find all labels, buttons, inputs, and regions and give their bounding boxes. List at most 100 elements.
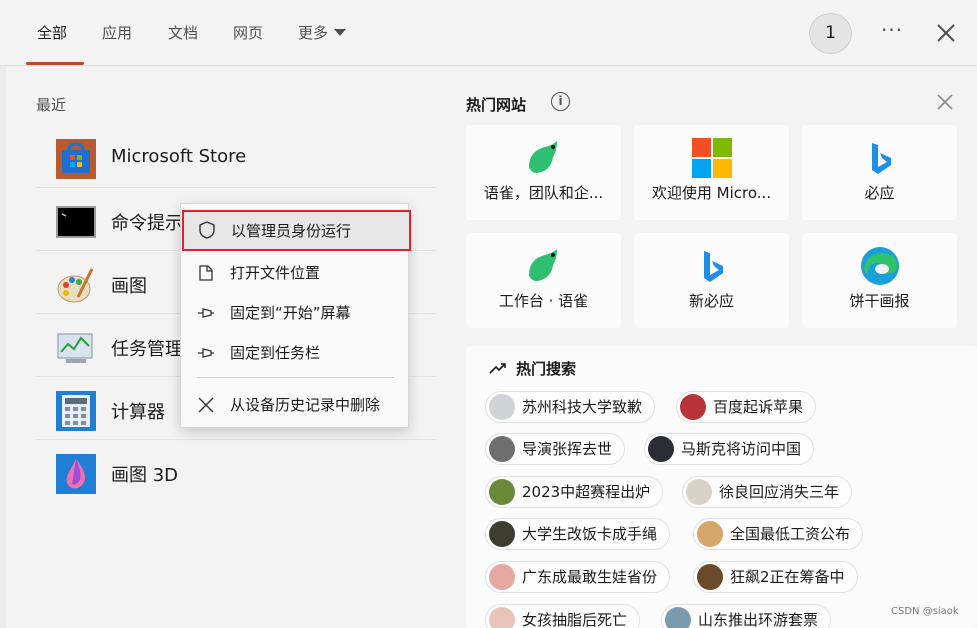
search-chip[interactable]: 马斯克将访问中国 [644, 433, 815, 465]
shield-icon [199, 221, 215, 239]
yuque-icon [529, 141, 557, 173]
run-as-admin-menu-item[interactable]: 以管理员身份运行 [182, 210, 411, 251]
search-chip-label: 徐良回应消失三年 [719, 483, 840, 501]
search-thumbnail [489, 479, 515, 505]
search-thumbnail [489, 521, 515, 547]
tab-more-label: 更多 [298, 24, 329, 42]
recent-item-label: 命令提示 [111, 213, 183, 234]
close-icon[interactable] [935, 22, 957, 44]
site-label: 语雀，团队和企... [483, 184, 604, 202]
search-thumbnail [489, 394, 515, 420]
pin-icon [198, 348, 214, 358]
recent-item-label: Microsoft Store [111, 146, 247, 167]
menu-item-label: 以管理员身份运行 [231, 222, 352, 240]
close-icon [198, 397, 214, 413]
pin-to-taskbar-menu-item[interactable]: 固定到任务栏 [181, 333, 410, 371]
microsoft-store-icon [56, 139, 96, 179]
site-card-bing[interactable]: 必应 [802, 125, 957, 220]
recent-title: 最近 [36, 96, 67, 114]
search-chip[interactable]: 广东成最敢生娃省份 [485, 561, 671, 593]
account-badge[interactable]: 1 [809, 13, 852, 54]
paint-3d-icon [56, 454, 96, 494]
search-chip[interactable]: 2023中超赛程出炉 [485, 476, 664, 508]
search-chip[interactable]: 导演张挥去世 [485, 433, 626, 465]
search-chip[interactable]: 徐良回应消失三年 [682, 476, 853, 508]
site-card-new-bing[interactable]: 新必应 [634, 233, 789, 328]
file-location-icon [199, 265, 213, 281]
search-chip-label: 女孩抽脂后死亡 [522, 611, 628, 628]
search-chip[interactable]: 狂飙2正在筹备中 [693, 561, 858, 593]
more-options-button[interactable]: ··· [881, 18, 903, 42]
tab-documents[interactable]: 文档 [168, 22, 198, 43]
site-card-yuque-workbench[interactable]: 工作台 · 语雀 [466, 233, 621, 328]
chevron-down-icon [334, 29, 347, 36]
open-file-location-menu-item[interactable]: 打开文件位置 [181, 253, 410, 291]
site-card-microsoft[interactable]: 欢迎使用 Micro... [634, 125, 789, 220]
search-chip[interactable]: 山东推出环游套票 [661, 604, 832, 628]
search-thumbnail [697, 521, 723, 547]
search-chip-label: 导演张挥去世 [522, 440, 613, 458]
search-chip[interactable]: 全国最低工资公布 [693, 518, 864, 550]
trending-icon [489, 363, 506, 374]
tab-apps[interactable]: 应用 [102, 22, 132, 43]
microsoft-logo-icon [692, 138, 732, 178]
search-thumbnail [489, 436, 515, 462]
tab-all[interactable]: 全部 [37, 22, 67, 43]
hot-search-panel: 热门搜索 苏州科技大学致歉 百度起诉苹果 导演张挥去世 马斯克将访问中国 202… [466, 346, 977, 628]
left-edge [0, 66, 6, 628]
calculator-icon [56, 391, 96, 431]
site-label: 欢迎使用 Micro... [651, 184, 772, 202]
search-chip[interactable]: 百度起诉苹果 [676, 391, 817, 423]
site-label: 饼干画报 [849, 292, 910, 310]
search-thumbnail [697, 564, 723, 590]
search-chip[interactable]: 苏州科技大学致歉 [485, 391, 656, 423]
recent-item-label: 计算器 [111, 402, 165, 423]
search-chip-label: 马斯克将访问中国 [681, 440, 802, 458]
info-icon[interactable]: i [551, 92, 570, 111]
search-thumbnail [648, 436, 674, 462]
search-thumbnail [489, 564, 515, 590]
command-prompt-icon [56, 206, 96, 238]
recent-item-label: 画图 3D [111, 465, 179, 486]
search-chip[interactable]: 大学生改饭卡成手绳 [485, 518, 671, 550]
menu-item-label: 固定到“开始”屏幕 [230, 304, 351, 322]
recent-item-label: 任务管理 [111, 339, 183, 360]
tab-more[interactable]: 更多 [298, 22, 347, 43]
remove-from-history-menu-item[interactable]: 从设备历史记录中删除 [181, 385, 410, 423]
site-card-yuque[interactable]: 语雀，团队和企... [466, 125, 621, 220]
site-card-edge[interactable]: 饼干画报 [802, 233, 957, 328]
bing-icon [704, 251, 723, 282]
site-label: 工作台 · 语雀 [498, 292, 589, 310]
watermark: CSDN @siaok [891, 606, 959, 617]
search-thumbnail [686, 479, 712, 505]
active-tab-indicator [26, 62, 84, 65]
bing-icon [872, 143, 891, 174]
pin-icon [198, 308, 214, 318]
edge-icon [861, 247, 899, 285]
search-chip-label: 狂飙2正在筹备中 [730, 568, 845, 586]
top-bar: 全部 应用 文档 网页 更多 1 ··· [0, 0, 977, 66]
search-thumbnail [665, 607, 691, 628]
search-chip-label: 山东推出环游套票 [698, 611, 819, 628]
hot-sites-title: 热门网站 [466, 96, 527, 114]
search-chip-label: 百度起诉苹果 [713, 398, 804, 416]
recent-item-microsoft-store[interactable]: Microsoft Store [36, 126, 436, 188]
search-chip-label: 全国最低工资公布 [730, 525, 851, 543]
search-thumbnail [489, 607, 515, 628]
search-chip-label: 苏州科技大学致歉 [522, 398, 643, 416]
menu-item-label: 打开文件位置 [230, 264, 321, 282]
search-chip-label: 2023中超赛程出炉 [522, 483, 651, 501]
search-chip[interactable]: 女孩抽脂后死亡 [485, 604, 641, 628]
close-icon[interactable] [936, 93, 954, 111]
pin-to-start-menu-item[interactable]: 固定到“开始”屏幕 [181, 293, 410, 331]
search-thumbnail [680, 394, 706, 420]
yuque-icon [529, 249, 557, 281]
search-chip-label: 广东成最敢生娃省份 [522, 568, 658, 586]
menu-item-label: 从设备历史记录中删除 [230, 396, 381, 414]
recent-item-paint-3d[interactable]: 画图 3D [36, 441, 436, 503]
tab-web[interactable]: 网页 [233, 22, 263, 43]
task-manager-icon [57, 333, 93, 363]
menu-separator [197, 377, 394, 378]
search-chip-label: 大学生改饭卡成手绳 [522, 525, 658, 543]
menu-item-label: 固定到任务栏 [230, 344, 321, 362]
